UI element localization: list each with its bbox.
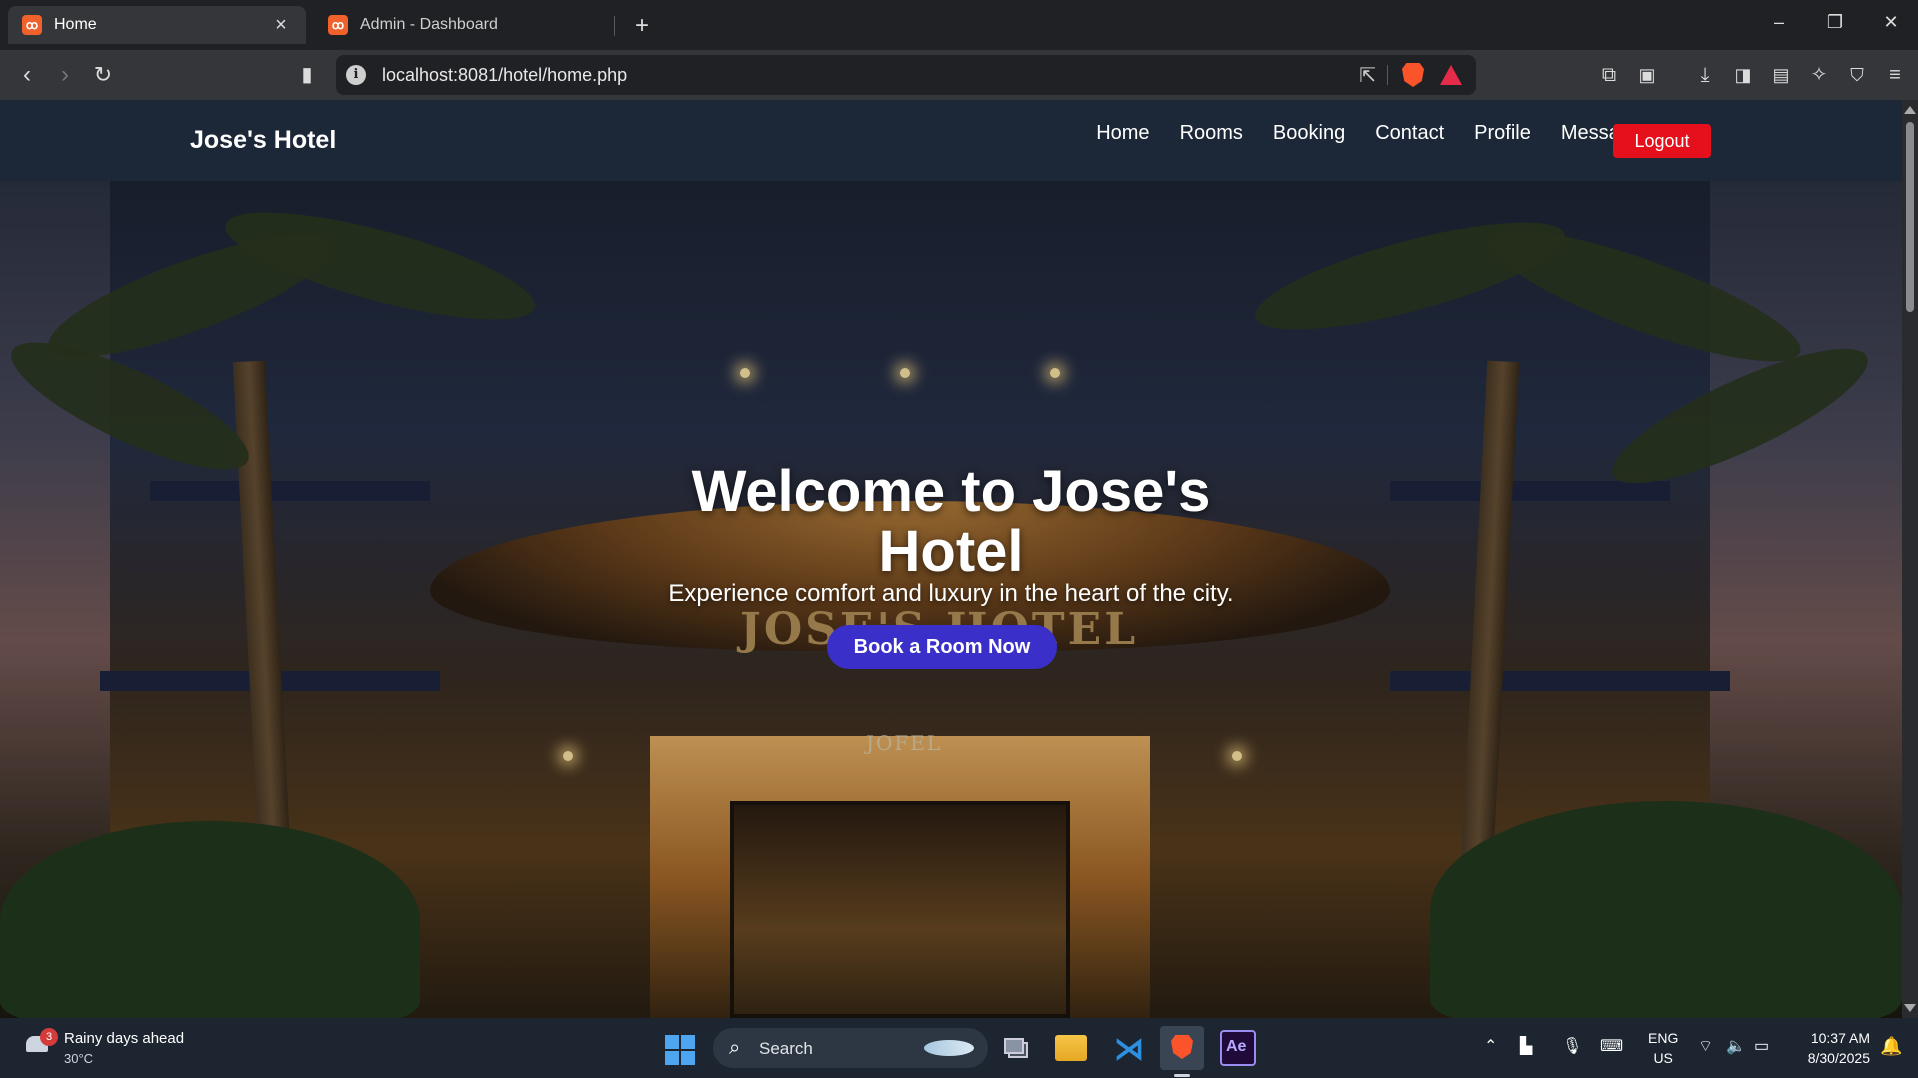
search-icon: ⌕ bbox=[729, 1037, 741, 1059]
sidebar-icon[interactable]: ◨ bbox=[1728, 62, 1758, 88]
menu-icon[interactable]: ≡ bbox=[1880, 62, 1910, 88]
extensions-icon[interactable]: ⧉ bbox=[1594, 62, 1624, 88]
xampp-favicon-icon: ꝏ bbox=[328, 15, 348, 35]
notification-bell-icon[interactable]: 🔔 bbox=[1880, 1036, 1902, 1057]
weather-temp: 30°C bbox=[64, 1051, 94, 1066]
omnibox-separator bbox=[1387, 65, 1388, 85]
site-info-icon[interactable]: i bbox=[346, 65, 366, 85]
site-navbar: Jose's Hotel Home Rooms Booking Contact … bbox=[0, 100, 1902, 181]
date-text: 8/30/2025 bbox=[1807, 1050, 1870, 1066]
battery-icon[interactable]: ▭ bbox=[1754, 1036, 1769, 1056]
language-text: ENG bbox=[1648, 1030, 1679, 1046]
nav-profile[interactable]: Profile bbox=[1474, 122, 1531, 145]
reload-button[interactable]: ↻ bbox=[88, 62, 118, 88]
scroll-up-arrow-icon[interactable] bbox=[1904, 106, 1916, 114]
back-button[interactable]: ‹ bbox=[12, 62, 42, 88]
task-view-icon[interactable] bbox=[1000, 1030, 1036, 1066]
nav-booking[interactable]: Booking bbox=[1273, 122, 1345, 145]
after-effects-icon[interactable]: Ae bbox=[1220, 1030, 1256, 1066]
tab-title: Admin - Dashboard bbox=[360, 16, 498, 33]
minimize-button[interactable]: – bbox=[1764, 12, 1794, 33]
brave-rewards-icon[interactable] bbox=[1440, 65, 1462, 85]
file-explorer-icon[interactable] bbox=[1055, 1035, 1087, 1061]
nav-contact[interactable]: Contact bbox=[1375, 122, 1444, 145]
nav-rooms[interactable]: Rooms bbox=[1180, 122, 1243, 145]
share-icon[interactable]: ⇱ bbox=[1359, 63, 1376, 88]
downloads-icon[interactable]: ⤓ bbox=[1690, 62, 1720, 88]
close-window-button[interactable]: ✕ bbox=[1876, 12, 1906, 33]
region-text: US bbox=[1653, 1050, 1673, 1066]
vpn-shield-icon[interactable]: ⛉ bbox=[1842, 62, 1872, 88]
language-indicator[interactable]: ENG US bbox=[1648, 1028, 1678, 1068]
restore-button[interactable]: ❐ bbox=[1820, 12, 1850, 33]
weather-text: Rainy days ahead bbox=[64, 1030, 185, 1047]
tab-home[interactable]: ꝏ Home × bbox=[8, 6, 306, 44]
scroll-thumb[interactable] bbox=[1906, 122, 1914, 312]
reader-mode-icon[interactable]: ▣ bbox=[1632, 62, 1662, 88]
windows-logo-icon bbox=[665, 1035, 679, 1049]
show-hidden-icons-icon[interactable]: ⌃ bbox=[1484, 1036, 1497, 1056]
brave-shields-icon[interactable] bbox=[1402, 63, 1424, 87]
keyboard-icon[interactable]: ⌨ bbox=[1600, 1036, 1623, 1056]
tab-title: Home bbox=[54, 16, 97, 33]
brave-browser-icon[interactable] bbox=[1160, 1026, 1204, 1077]
site-brand[interactable]: Jose's Hotel bbox=[190, 126, 336, 155]
volume-icon[interactable]: 🔈 bbox=[1726, 1036, 1746, 1056]
clock[interactable]: 10:37 AM 8/30/2025 bbox=[1790, 1028, 1870, 1068]
search-highlight-icon bbox=[924, 1040, 974, 1056]
start-button[interactable] bbox=[665, 1035, 695, 1065]
nav-links: Home Rooms Booking Contact Profile Messa… bbox=[1096, 122, 1652, 145]
weather-badge: 3 bbox=[40, 1028, 58, 1046]
page-viewport: JOSE'S HOTEL JOFEL Welcome to Jose's Hot… bbox=[0, 100, 1902, 1018]
tab-separator bbox=[614, 16, 615, 36]
nav-home[interactable]: Home bbox=[1096, 122, 1149, 145]
wallet-icon[interactable]: ▤ bbox=[1766, 62, 1796, 88]
url-text[interactable]: localhost:8081/hotel/home.php bbox=[382, 65, 627, 86]
bookmark-icon[interactable]: ▮ bbox=[292, 62, 322, 88]
hero-subtitle: Experience comfort and luxury in the hea… bbox=[668, 580, 1234, 607]
scroll-down-arrow-icon[interactable] bbox=[1904, 1004, 1916, 1012]
leo-ai-icon[interactable]: ✧ bbox=[1804, 62, 1834, 88]
address-bar[interactable]: i localhost:8081/hotel/home.php ⇱ bbox=[336, 55, 1476, 95]
page-scrollbar[interactable] bbox=[1902, 100, 1918, 1018]
xampp-favicon-icon: ꝏ bbox=[22, 15, 42, 35]
time-text: 10:37 AM bbox=[1810, 1030, 1870, 1046]
vscode-icon[interactable]: ⋊ bbox=[1110, 1030, 1146, 1066]
microphone-icon[interactable]: 🎙 bbox=[1562, 1036, 1582, 1056]
hero-title: Welcome to Jose's Hotel bbox=[691, 459, 1211, 584]
new-tab-button[interactable]: + bbox=[628, 12, 656, 40]
close-tab-icon[interactable]: × bbox=[270, 14, 292, 37]
forward-button[interactable]: › bbox=[50, 62, 80, 88]
windows-taskbar: 3 Rainy days ahead 30°C ⌕ Search ⋊ Ae ⌃ … bbox=[0, 1018, 1918, 1078]
hero-section: JOSE'S HOTEL JOFEL Welcome to Jose's Hot… bbox=[0, 181, 1902, 1018]
taskbar-search[interactable]: ⌕ Search bbox=[713, 1028, 988, 1068]
wifi-icon[interactable]: ⌔ bbox=[1698, 1036, 1713, 1056]
tab-admin-dashboard[interactable]: ꝏ Admin - Dashboard bbox=[314, 6, 614, 44]
logout-button[interactable]: Logout bbox=[1613, 124, 1711, 158]
search-label: Search bbox=[759, 1039, 813, 1058]
app-tray-icon[interactable]: ▙ bbox=[1520, 1036, 1532, 1056]
book-room-button[interactable]: Book a Room Now bbox=[827, 625, 1057, 669]
browser-tab-strip: ꝏ Home × ꝏ Admin - Dashboard + – ❐ ✕ bbox=[0, 0, 1918, 50]
